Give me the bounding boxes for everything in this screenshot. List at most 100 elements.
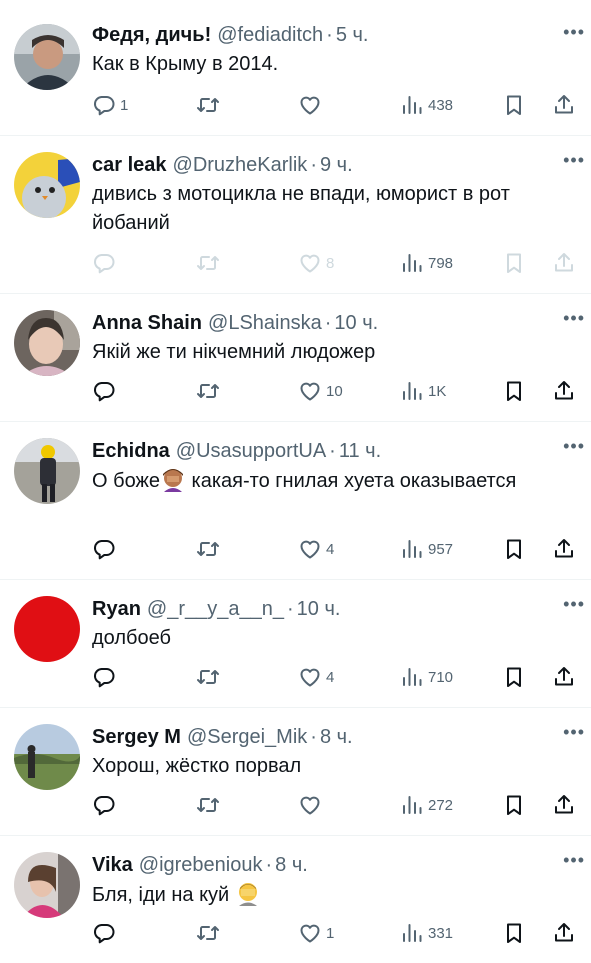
more-icon[interactable]: ••• (563, 22, 585, 43)
like-button[interactable] (298, 90, 322, 120)
author-name[interactable]: car leak (92, 152, 167, 178)
author-handle[interactable]: @DruzheKarlik (173, 152, 308, 178)
reply-button[interactable] (92, 790, 116, 820)
retweet-icon (196, 379, 220, 403)
like-count: 4 (326, 668, 335, 686)
author-handle[interactable]: @fediaditch (217, 22, 323, 48)
heart-icon (298, 921, 322, 945)
like-button[interactable]: 10 (298, 376, 343, 406)
views-button[interactable]: 1K (400, 376, 446, 406)
bookmark-button[interactable] (502, 534, 526, 564)
share-button[interactable] (552, 534, 576, 564)
views-button[interactable]: 710 (400, 662, 453, 692)
retweet-button[interactable] (196, 918, 220, 948)
reply-button[interactable]: 1 (92, 90, 128, 120)
heart-icon (298, 93, 322, 117)
tweet-card[interactable]: Echidna @UsasupportUA · 11 ч. О боже какая-… (0, 422, 591, 580)
share-button[interactable] (552, 790, 576, 820)
author-handle[interactable]: @LShainska (208, 310, 322, 336)
reply-icon (92, 665, 116, 689)
retweet-button[interactable] (196, 376, 220, 406)
author-name[interactable]: Anna Shain (92, 310, 202, 336)
avatar[interactable] (14, 438, 80, 504)
retweet-button[interactable] (196, 534, 220, 564)
bookmark-button[interactable] (502, 918, 526, 948)
like-button[interactable]: 8 (298, 248, 334, 278)
views-button[interactable]: 331 (400, 918, 453, 948)
author-name[interactable]: Ryan (92, 596, 141, 622)
author-handle[interactable]: @UsasupportUA (176, 438, 326, 464)
share-button[interactable] (552, 918, 576, 948)
reply-button[interactable] (92, 534, 116, 564)
like-count: 4 (326, 540, 335, 558)
reply-icon (92, 93, 116, 117)
view-count: 798 (428, 254, 454, 272)
views-icon (400, 379, 424, 403)
like-button[interactable] (298, 790, 322, 820)
retweet-button[interactable] (196, 90, 220, 120)
reply-button[interactable] (92, 376, 116, 406)
timestamp[interactable]: 8 ч. (320, 724, 353, 750)
more-icon[interactable]: ••• (563, 850, 585, 871)
author-name[interactable]: Федя, дичь! (92, 22, 211, 48)
bookmark-button[interactable] (502, 248, 526, 278)
author-name[interactable]: Sergey M (92, 724, 181, 750)
views-button[interactable]: 272 (400, 790, 453, 820)
tweet-card[interactable]: car leak @DruzheKarlik · 9 ч. дивись з мото… (0, 136, 591, 294)
retweet-icon (196, 93, 220, 117)
more-icon[interactable]: ••• (563, 436, 585, 457)
avatar[interactable] (14, 852, 80, 918)
views-button[interactable]: 957 (400, 534, 453, 564)
bookmark-button[interactable] (502, 662, 526, 692)
reply-button[interactable] (92, 248, 116, 278)
share-button[interactable] (552, 248, 576, 278)
timestamp[interactable]: 10 ч. (297, 596, 341, 622)
like-button[interactable]: 4 (298, 534, 334, 564)
avatar[interactable] (14, 310, 80, 376)
views-button[interactable]: 438 (400, 90, 453, 120)
bookmark-button[interactable] (502, 90, 526, 120)
more-icon[interactable]: ••• (563, 722, 585, 743)
share-button[interactable] (552, 90, 576, 120)
author-name[interactable]: Echidna (92, 438, 170, 464)
avatar[interactable] (14, 152, 80, 218)
timestamp[interactable]: 9 ч. (320, 152, 353, 178)
author-handle[interactable]: @_r__y_a__n_ (147, 596, 284, 622)
timestamp[interactable]: 11 ч. (339, 438, 381, 464)
like-button[interactable]: 4 (298, 662, 334, 692)
more-icon[interactable]: ••• (563, 308, 585, 329)
tweet-card[interactable]: Vika @igrebeniouk · 8 ч. Бля, іди на куй ••… (0, 836, 591, 963)
timestamp[interactable]: 5 ч. (336, 22, 369, 48)
reply-button[interactable] (92, 918, 116, 948)
share-icon (552, 921, 576, 945)
tweet-card[interactable]: Sergey M @Sergei_Mik · 8 ч. Хорош, жёстко п… (0, 708, 591, 836)
tweet-card[interactable]: Федя, дичь! @fediaditch · 5 ч. Как в Крыму … (0, 0, 591, 136)
reply-button[interactable] (92, 662, 116, 692)
view-count: 272 (428, 796, 454, 814)
separator: · (310, 726, 317, 748)
bookmark-button[interactable] (502, 790, 526, 820)
more-icon[interactable]: ••• (563, 150, 585, 171)
retweet-button[interactable] (196, 790, 220, 820)
view-count: 331 (428, 924, 454, 942)
author-handle[interactable]: @Sergei_Mik (187, 724, 307, 750)
tweet-card[interactable]: Ryan @_r__y_a__n_ · 10 ч. долбоеб ••• 4 710 (0, 580, 591, 708)
avatar[interactable] (14, 596, 80, 662)
bookmark-button[interactable] (502, 376, 526, 406)
avatar[interactable] (14, 724, 80, 790)
retweet-button[interactable] (196, 248, 220, 278)
share-button[interactable] (552, 662, 576, 692)
tweet-card[interactable]: Anna Shain @LShainska · 10 ч. Якій же ти ні… (0, 294, 591, 422)
author-handle[interactable]: @igrebeniouk (139, 852, 263, 878)
author-name[interactable]: Vika (92, 852, 133, 878)
like-button[interactable]: 1 (298, 918, 334, 948)
more-icon[interactable]: ••• (563, 594, 585, 615)
bookmark-icon (502, 665, 526, 689)
tweet-text: дивись з мотоцикла не впади, юморист в р… (92, 183, 510, 234)
timestamp[interactable]: 10 ч. (334, 310, 378, 336)
views-button[interactable]: 798 (400, 248, 453, 278)
avatar[interactable] (14, 24, 80, 90)
share-button[interactable] (552, 376, 576, 406)
timestamp[interactable]: 8 ч. (275, 852, 308, 878)
retweet-button[interactable] (196, 662, 220, 692)
